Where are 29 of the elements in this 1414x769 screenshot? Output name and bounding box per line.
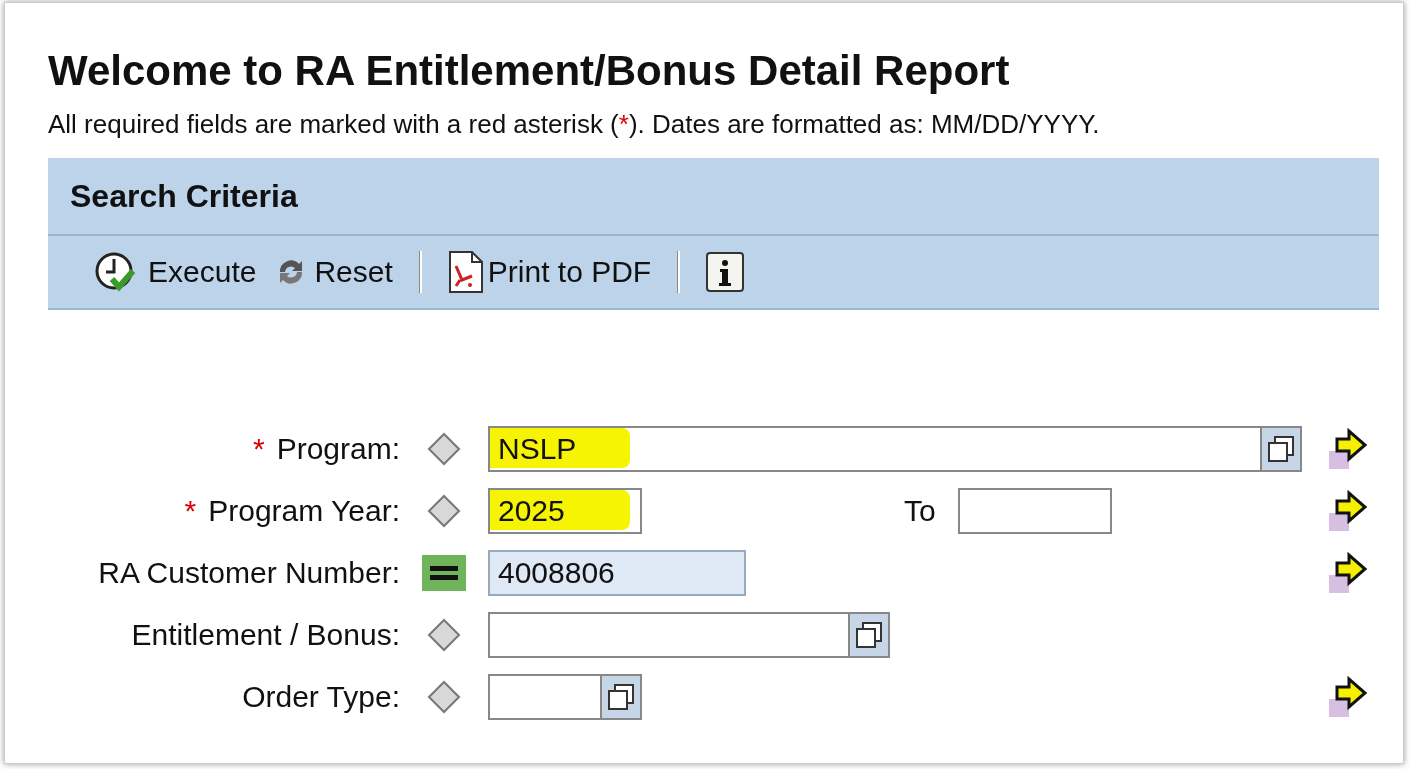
equals-icon[interactable]: [422, 555, 466, 591]
pdf-button[interactable]: Print to PDF: [439, 250, 660, 294]
required-asterisk: *: [184, 494, 197, 527]
diamond-icon[interactable]: [427, 618, 461, 652]
value-help-button[interactable]: [600, 676, 640, 718]
value-help-button[interactable]: [848, 614, 888, 656]
diamond-icon[interactable]: [427, 432, 461, 466]
diamond-icon[interactable]: [427, 494, 461, 528]
to-label: To: [904, 494, 936, 528]
page-title: Welcome to RA Entitlement/Bonus Detail Report: [48, 47, 1011, 95]
reset-button[interactable]: Reset: [264, 252, 401, 292]
field-label: Entitlement / Bonus:: [131, 618, 400, 651]
field-label: Order Type:: [242, 680, 400, 713]
field-label: RA Customer Number:: [98, 556, 400, 589]
intro-text: All required fields are marked with a red asterisk (*). Dates are formatted as: MM/DD/YYYY.: [48, 109, 1101, 140]
field-label: Program Year:: [208, 494, 400, 527]
field-label: Program:: [276, 432, 400, 465]
required-asterisk: *: [252, 432, 265, 465]
input-field[interactable]: [488, 674, 642, 720]
input-field[interactable]: [488, 612, 890, 658]
input-field[interactable]: 4008806: [488, 550, 746, 596]
value-help-button[interactable]: [1260, 428, 1300, 470]
diamond-icon[interactable]: [427, 680, 461, 714]
execute-button[interactable]: Execute: [86, 251, 265, 293]
pdf-document-icon: [447, 250, 484, 294]
panel-title: Search Criteria: [70, 177, 298, 215]
input-field[interactable]: NSLP: [488, 426, 1302, 472]
input-field[interactable]: [957, 488, 1112, 534]
input-field[interactable]: 2025: [488, 488, 642, 534]
